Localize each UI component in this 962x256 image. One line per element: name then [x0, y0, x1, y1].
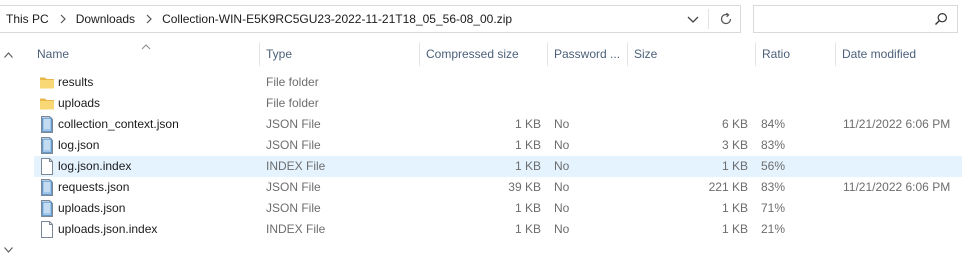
file-name: collection_context.json — [58, 117, 179, 131]
file-type: File folder — [266, 75, 319, 89]
file-compressed-size: 39 KB — [508, 180, 541, 194]
json-file-icon — [39, 200, 55, 217]
file-name: log.json — [58, 138, 100, 152]
file-size: 1 KB — [721, 222, 748, 236]
file-type: INDEX File — [266, 159, 326, 173]
column-divider[interactable] — [547, 42, 548, 66]
column-header-name[interactable]: Name — [37, 40, 69, 68]
blank-file-icon — [39, 221, 55, 238]
column-divider[interactable] — [835, 42, 836, 66]
file-ratio: 83% — [761, 138, 786, 152]
refresh-icon[interactable] — [718, 11, 734, 27]
file-type: JSON File — [266, 201, 321, 215]
file-name: results — [58, 75, 94, 89]
file-type: File folder — [266, 96, 319, 110]
search-input[interactable] — [753, 5, 958, 33]
blank-file-icon — [39, 158, 55, 175]
file-size: 221 KB — [708, 180, 748, 194]
chevron-down-icon[interactable] — [686, 12, 700, 26]
scroll-down-icon[interactable] — [4, 242, 13, 253]
file-ratio: 71% — [761, 201, 786, 215]
file-row[interactable]: uploads.json JSON File 1 KB No 1 KB 71% — [34, 198, 962, 219]
file-name: log.json.index — [58, 159, 132, 173]
file-password: No — [554, 180, 570, 194]
address-bar[interactable]: This PC Downloads Collection-WIN-E5K9RC5… — [0, 5, 741, 33]
file-name: uploads — [58, 96, 101, 110]
file-name: requests.json — [58, 180, 130, 194]
file-password: No — [554, 159, 570, 173]
json-file-icon — [39, 116, 55, 133]
file-size: 6 KB — [721, 117, 748, 131]
file-size: 1 KB — [721, 159, 748, 173]
file-name: uploads.json.index — [58, 222, 158, 236]
file-ratio: 21% — [761, 222, 786, 236]
breadcrumb-this-pc[interactable]: This PC — [6, 12, 49, 26]
file-size: 1 KB — [721, 201, 748, 215]
file-row[interactable]: log.json JSON File 1 KB No 3 KB 83% — [34, 135, 962, 156]
breadcrumb-zip-archive[interactable]: Collection-WIN-E5K9RC5GU23-2022-11-21T18… — [162, 12, 512, 26]
column-divider[interactable] — [627, 42, 628, 66]
file-compressed-size: 1 KB — [514, 117, 541, 131]
file-row[interactable]: uploads.json.index INDEX File 1 KB No 1 KB 21… — [34, 219, 962, 240]
file-type: JSON File — [266, 138, 321, 152]
file-password: No — [554, 201, 570, 215]
chevron-right-icon[interactable] — [145, 14, 153, 24]
json-file-icon — [39, 179, 55, 196]
breadcrumb: This PC Downloads Collection-WIN-E5K9RC5… — [6, 6, 512, 32]
file-row[interactable]: uploads File folder — [34, 93, 962, 114]
file-row[interactable]: results File folder — [34, 72, 962, 93]
column-divider[interactable] — [259, 42, 260, 66]
column-header-row: Name Type Compressed size Password ... S… — [0, 40, 962, 68]
column-header-type[interactable]: Type — [266, 40, 292, 68]
breadcrumb-downloads[interactable]: Downloads — [76, 12, 135, 26]
navigation-bar: This PC Downloads Collection-WIN-E5K9RC5… — [0, 0, 962, 38]
column-divider[interactable] — [755, 42, 756, 66]
file-date-modified: 11/21/2022 6:06 PM — [843, 117, 951, 131]
file-type: INDEX File — [266, 222, 326, 236]
file-date-modified: 11/21/2022 6:06 PM — [843, 180, 951, 194]
file-type: JSON File — [266, 117, 321, 131]
file-password: No — [554, 222, 570, 236]
file-size: 3 KB — [721, 138, 748, 152]
file-row[interactable]: requests.json JSON File 39 KB No 221 KB 83% 11… — [34, 177, 962, 198]
search-icon[interactable] — [934, 12, 948, 26]
column-header-ratio[interactable]: Ratio — [762, 40, 790, 68]
chevron-right-icon[interactable] — [59, 14, 67, 24]
file-row[interactable]: log.json.index INDEX File 1 KB No 1 KB 56% — [34, 156, 962, 177]
column-header-size[interactable]: Size — [634, 40, 657, 68]
column-header-compressed-size[interactable]: Compressed size — [426, 40, 519, 68]
json-file-icon — [39, 137, 55, 154]
file-ratio: 83% — [761, 180, 786, 194]
file-ratio: 56% — [761, 159, 786, 173]
file-compressed-size: 1 KB — [514, 159, 541, 173]
file-ratio: 84% — [761, 117, 786, 131]
column-header-date-modified[interactable]: Date modified — [842, 40, 916, 68]
folder-icon — [39, 95, 55, 112]
file-compressed-size: 1 KB — [514, 138, 541, 152]
file-password: No — [554, 138, 570, 152]
column-header-password[interactable]: Password ... — [554, 40, 620, 68]
file-type: JSON File — [266, 180, 321, 194]
file-name: uploads.json — [58, 201, 126, 215]
address-divider — [708, 9, 709, 29]
folder-icon — [39, 74, 55, 91]
file-compressed-size: 1 KB — [514, 222, 541, 236]
file-row[interactable]: collection_context.json JSON File 1 KB No 6 … — [34, 114, 962, 135]
file-compressed-size: 1 KB — [514, 201, 541, 215]
column-divider[interactable] — [419, 42, 420, 66]
file-password: No — [554, 117, 570, 131]
